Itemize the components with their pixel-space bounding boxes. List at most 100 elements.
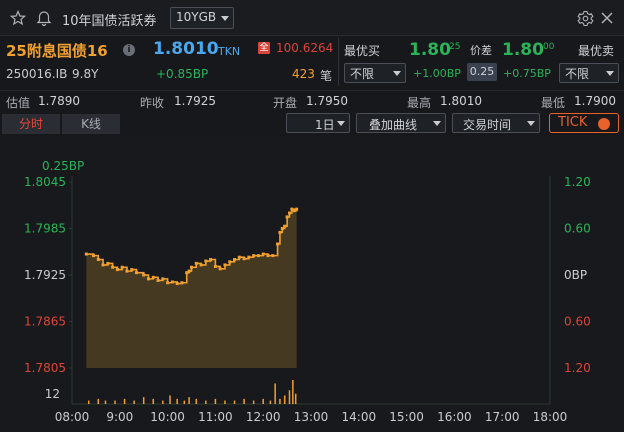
best-bid-change: +1.00BP bbox=[413, 67, 461, 80]
y-tick-left: 1.7865 bbox=[24, 315, 66, 329]
volume-bar bbox=[176, 398, 178, 404]
est-value: 1.7890 bbox=[38, 94, 80, 108]
volume-bar bbox=[87, 400, 90, 404]
best-bid-label: 最优买 bbox=[344, 44, 381, 58]
gear-icon[interactable] bbox=[577, 10, 594, 27]
info-icon[interactable]: i bbox=[123, 44, 135, 56]
price-change: +0.85BP bbox=[156, 67, 209, 81]
volume-bar bbox=[195, 398, 198, 404]
chevron-down-icon bbox=[337, 121, 345, 126]
overlay-select[interactable]: 叠加曲线 bbox=[356, 113, 446, 133]
volume-bar bbox=[188, 397, 190, 404]
price-point bbox=[84, 252, 88, 256]
ask-filter-select[interactable]: 不限 bbox=[559, 63, 619, 83]
x-tick-label: 08:00 bbox=[55, 410, 90, 424]
price-point bbox=[276, 242, 280, 246]
price-point bbox=[180, 281, 184, 285]
volume-bar bbox=[224, 400, 226, 404]
price-point bbox=[278, 230, 282, 234]
volume-bar bbox=[252, 400, 255, 404]
chevron-down-icon bbox=[527, 121, 535, 126]
price-point bbox=[190, 265, 193, 269]
tick-label: TICK bbox=[558, 115, 588, 130]
price-point bbox=[283, 224, 287, 228]
best-ask-change: +0.75BP bbox=[503, 67, 551, 80]
chart-toolbar: 分时 K线 1日 叠加曲线 交易时间 TICK bbox=[0, 110, 624, 136]
x-tick-label: 12:00 bbox=[246, 410, 281, 424]
price-point bbox=[111, 265, 115, 269]
star-icon[interactable] bbox=[10, 10, 26, 26]
volume-tick: 12 bbox=[45, 387, 60, 401]
open-label: 开盘 bbox=[273, 96, 298, 110]
price-point bbox=[295, 207, 299, 211]
price-point bbox=[96, 258, 100, 261]
low-value: 1.7900 bbox=[574, 94, 616, 108]
volume-bar bbox=[269, 400, 272, 404]
bell-icon[interactable] bbox=[36, 9, 52, 26]
tab-intraday[interactable]: 分时 bbox=[2, 114, 60, 134]
x-tick-label: 14:00 bbox=[342, 410, 377, 424]
y-tick-left: 1.8045 bbox=[24, 175, 66, 189]
price-point bbox=[218, 267, 222, 271]
volume-bar bbox=[288, 390, 291, 404]
chart-canvas: 1.8045 1.20 1.7985 0.60 1.7925 0BP 1.7865 0.60 1… bbox=[24, 159, 591, 424]
best-ask-price: 1.80 bbox=[502, 40, 544, 60]
volume-bar bbox=[214, 398, 217, 404]
price-point bbox=[237, 255, 241, 259]
volume-bar bbox=[292, 380, 294, 404]
spread-label: 价差 bbox=[470, 44, 492, 57]
volume-bar bbox=[274, 383, 276, 404]
low-label: 最低 bbox=[541, 96, 566, 110]
x-tick-label: 15:00 bbox=[389, 410, 424, 424]
high-label: 最高 bbox=[407, 96, 432, 110]
volume-bar bbox=[104, 400, 107, 404]
price-point bbox=[261, 252, 265, 256]
last-price: 1.8010 bbox=[153, 39, 219, 59]
price-point bbox=[194, 261, 198, 265]
price-point bbox=[233, 258, 237, 261]
volume-bar bbox=[133, 400, 135, 404]
price-point bbox=[175, 282, 179, 286]
y-tick-left: 1.7985 bbox=[24, 222, 66, 236]
chevron-down-icon bbox=[606, 71, 614, 76]
window-title: 10年国债活跃券 bbox=[62, 14, 157, 29]
quote-panel: 25附息国债16 i 1.8010 TKN 全 100.6264 250016.… bbox=[0, 36, 624, 90]
y-tick-left: 1.7925 bbox=[24, 268, 66, 282]
unit-label: 0.25BP bbox=[42, 159, 84, 173]
best-bid-fraction: 25 bbox=[449, 42, 461, 52]
price-point bbox=[209, 258, 213, 261]
price-point bbox=[166, 281, 170, 285]
volume-bar bbox=[283, 395, 286, 404]
price-point bbox=[101, 263, 105, 267]
session-select[interactable]: 交易时间 bbox=[452, 113, 540, 133]
best-ask-fraction: 00 bbox=[543, 42, 555, 52]
price-point bbox=[247, 255, 251, 259]
bid-filter-value: 不限 bbox=[350, 67, 375, 81]
volume-bar bbox=[123, 398, 126, 404]
prev-close-value: 1.7925 bbox=[174, 94, 216, 108]
est-label: 估值 bbox=[6, 96, 31, 110]
tick-toggle[interactable]: TICK bbox=[549, 113, 619, 133]
price-point bbox=[287, 211, 291, 215]
period-value: 1日 bbox=[315, 118, 335, 132]
bond-name: 25附息国债16 bbox=[6, 42, 108, 60]
volume-bar bbox=[114, 400, 116, 404]
volume-bar bbox=[279, 398, 281, 404]
divider bbox=[338, 38, 339, 86]
toggle-knob bbox=[598, 118, 610, 130]
last-trade-type: TKN bbox=[218, 45, 241, 58]
price-point bbox=[92, 254, 96, 258]
deal-unit: 笔 bbox=[320, 69, 333, 83]
instrument-select[interactable]: 10YGB bbox=[170, 7, 234, 29]
price-point bbox=[135, 271, 139, 275]
intraday-chart[interactable]: 1.8045 1.20 1.7985 0.60 1.7925 0BP 1.7865 0.60 1… bbox=[0, 136, 624, 432]
bid-filter-select[interactable]: 不限 bbox=[344, 63, 406, 83]
instrument-select-value: 10YGB bbox=[176, 10, 217, 24]
tab-kline[interactable]: K线 bbox=[62, 114, 120, 134]
price-point bbox=[199, 263, 203, 267]
best-bid-price: 1.80 bbox=[409, 40, 451, 60]
x-tick-label: 18:00 bbox=[533, 410, 568, 424]
close-icon[interactable] bbox=[600, 11, 614, 25]
prev-close-label: 昨收 bbox=[140, 96, 165, 110]
period-select[interactable]: 1日 bbox=[286, 113, 350, 133]
